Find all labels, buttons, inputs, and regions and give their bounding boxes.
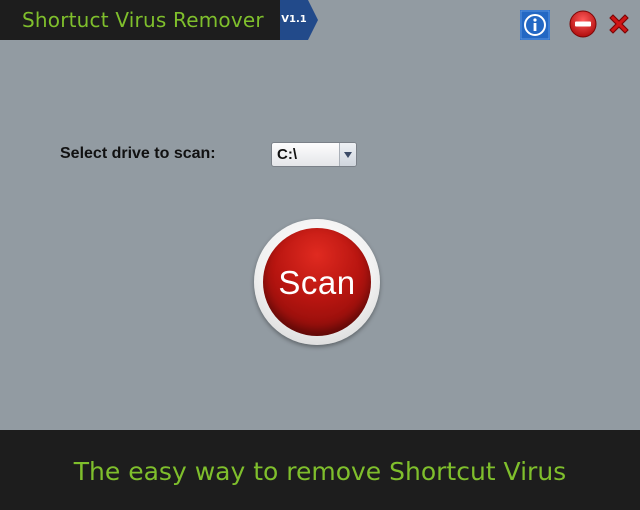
scan-button-face: Scan: [263, 228, 371, 336]
footer-tagline: The easy way to remove Shortcut Virus: [73, 456, 567, 486]
close-button[interactable]: [605, 10, 635, 40]
scan-button[interactable]: Scan: [254, 219, 380, 345]
footer-bar: The easy way to remove Shortcut Virus: [0, 430, 640, 510]
minimize-button[interactable]: [568, 9, 598, 39]
drive-dropdown[interactable]: C:\: [271, 142, 357, 167]
title-bar: Shortuct Virus Remover V1.1: [0, 0, 640, 42]
app-title: Shortuct Virus Remover: [22, 8, 264, 32]
chevron-down-icon: [344, 152, 352, 158]
version-badge: V1.1: [280, 0, 308, 40]
drive-select-label: Select drive to scan:: [60, 145, 216, 162]
drive-selected-value: C:\: [277, 146, 297, 163]
minus-circle-icon: [569, 10, 597, 38]
info-icon: [520, 10, 550, 40]
close-x-icon: [609, 14, 629, 34]
title-tab: Shortuct Virus Remover: [0, 0, 280, 40]
dropdown-toggle[interactable]: [339, 143, 356, 166]
info-button[interactable]: [520, 10, 550, 40]
scan-button-label: Scan: [278, 264, 356, 301]
version-badge-arrow: [308, 0, 318, 40]
